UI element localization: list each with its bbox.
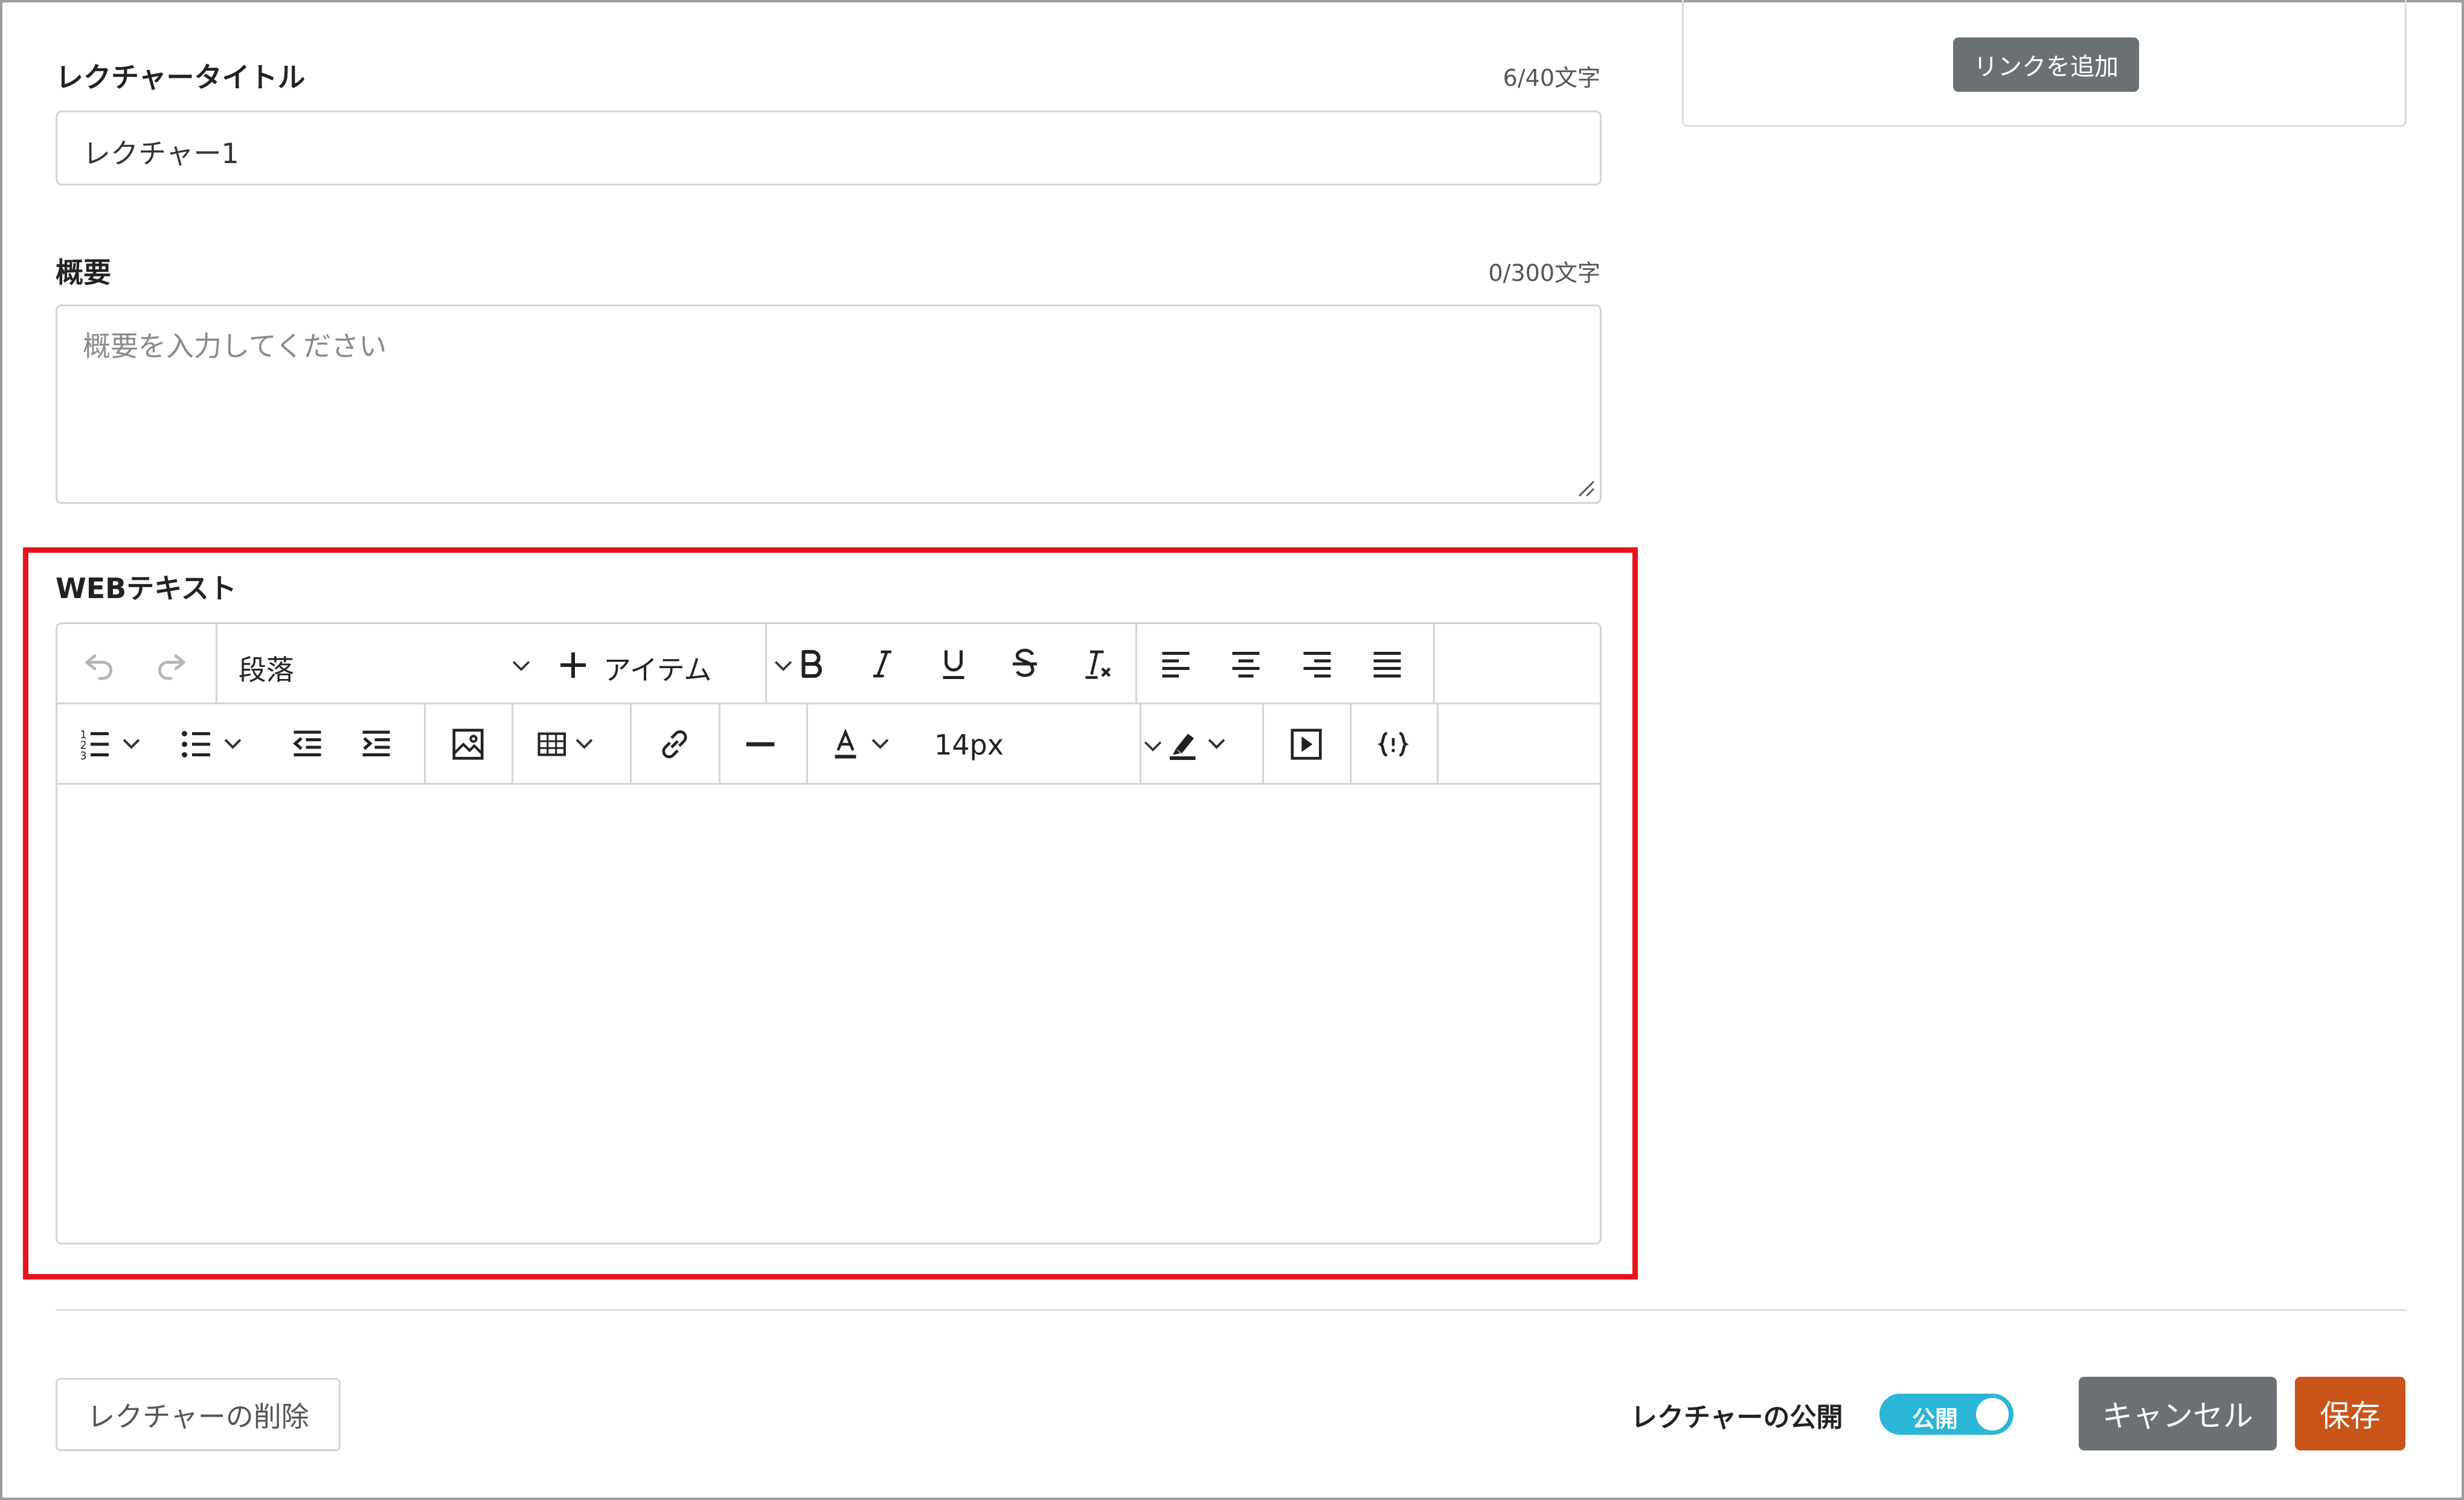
- bold-icon[interactable]: [787, 640, 835, 688]
- link-icon[interactable]: [650, 720, 699, 768]
- summary-placeholder: 概要を入力してください: [83, 330, 387, 362]
- lecture-title-input[interactable]: レクチャー1: [56, 111, 1602, 185]
- align-right-icon[interactable]: [1293, 640, 1341, 688]
- lecture-title-counter: 6/40文字: [1503, 65, 1600, 91]
- numbered-list-icon[interactable]: 123: [75, 720, 148, 768]
- lecture-title-label: レクチャータイトル: [56, 61, 306, 94]
- cancel-button[interactable]: キャンセル: [2079, 1377, 2277, 1450]
- toolbar-separator: [1140, 704, 1141, 785]
- toolbar-separator: [512, 704, 513, 785]
- align-left-icon[interactable]: [1152, 640, 1200, 688]
- insert-item-select[interactable]: アイテム: [553, 635, 806, 693]
- chevron-down-icon: [512, 661, 530, 671]
- align-justify-icon[interactable]: [1363, 640, 1411, 688]
- undo-icon[interactable]: [75, 640, 124, 688]
- highlight-icon[interactable]: [1158, 720, 1248, 768]
- source-code-icon[interactable]: [1369, 720, 1417, 768]
- editor-content-area[interactable]: [57, 785, 1600, 1243]
- summary-label: 概要: [56, 256, 111, 289]
- italic-icon[interactable]: [858, 640, 906, 688]
- lecture-title-value: レクチャー1: [83, 137, 239, 170]
- align-center-icon[interactable]: [1222, 640, 1270, 688]
- table-icon[interactable]: [528, 720, 613, 768]
- toolbar-separator: [424, 704, 426, 785]
- add-link-button[interactable]: リンクを追加: [1953, 37, 2139, 92]
- web-text-editor: 段落 アイテム 1 2 3 14px: [56, 622, 1602, 1244]
- insert-item-label: アイテム: [603, 654, 712, 686]
- footer-divider: [56, 1309, 2407, 1311]
- toolbar-separator: [630, 704, 632, 785]
- toolbar-separator: [216, 624, 217, 704]
- horizontal-line-icon[interactable]: [736, 720, 784, 768]
- redo-icon[interactable]: [147, 640, 195, 688]
- indent-icon[interactable]: [352, 720, 400, 768]
- outdent-icon[interactable]: [283, 720, 332, 768]
- block-format-value: 段落: [239, 654, 294, 686]
- clear-format-icon[interactable]: [1072, 640, 1120, 688]
- publish-toggle[interactable]: 公開: [1879, 1394, 2013, 1435]
- publish-toggle-label: 公開: [1912, 1406, 1959, 1432]
- links-panel: リンクを追加: [1682, 0, 2407, 127]
- toolbar-separator: [1262, 704, 1264, 785]
- publish-label: レクチャーの公開: [1631, 1402, 1843, 1433]
- toggle-knob: [1976, 1398, 2009, 1431]
- bulleted-list-icon[interactable]: [177, 720, 249, 768]
- image-icon[interactable]: [444, 720, 492, 768]
- editor-toolbar-row-1: 段落 アイテム: [57, 624, 1600, 704]
- toolbar-separator: [1135, 624, 1137, 704]
- toolbar-separator: [806, 704, 808, 785]
- media-icon[interactable]: [1282, 720, 1330, 768]
- toolbar-separator: [719, 704, 720, 785]
- web-text-label: WEBテキスト: [56, 572, 237, 605]
- toolbar-separator: [765, 624, 767, 704]
- delete-lecture-button[interactable]: レクチャーの削除: [56, 1378, 341, 1451]
- block-format-select[interactable]: 段落: [239, 635, 547, 693]
- underline-icon[interactable]: [929, 640, 978, 688]
- save-button[interactable]: 保存: [2295, 1377, 2405, 1450]
- resize-handle-icon[interactable]: [1576, 478, 1596, 498]
- summary-textarea[interactable]: 概要を入力してください: [56, 304, 1602, 504]
- svg-text:3: 3: [80, 750, 87, 762]
- plus-icon: [560, 652, 586, 678]
- toolbar-separator: [1437, 704, 1439, 785]
- toolbar-separator: [1433, 624, 1435, 704]
- toolbar-separator: [1350, 704, 1352, 785]
- strikethrough-icon[interactable]: [1001, 640, 1049, 688]
- font-color-icon[interactable]: [824, 720, 909, 768]
- font-size-value: 14px: [934, 729, 1004, 761]
- summary-counter: 0/300文字: [1488, 260, 1600, 286]
- editor-toolbar-row-2: 123 14px: [57, 704, 1600, 785]
